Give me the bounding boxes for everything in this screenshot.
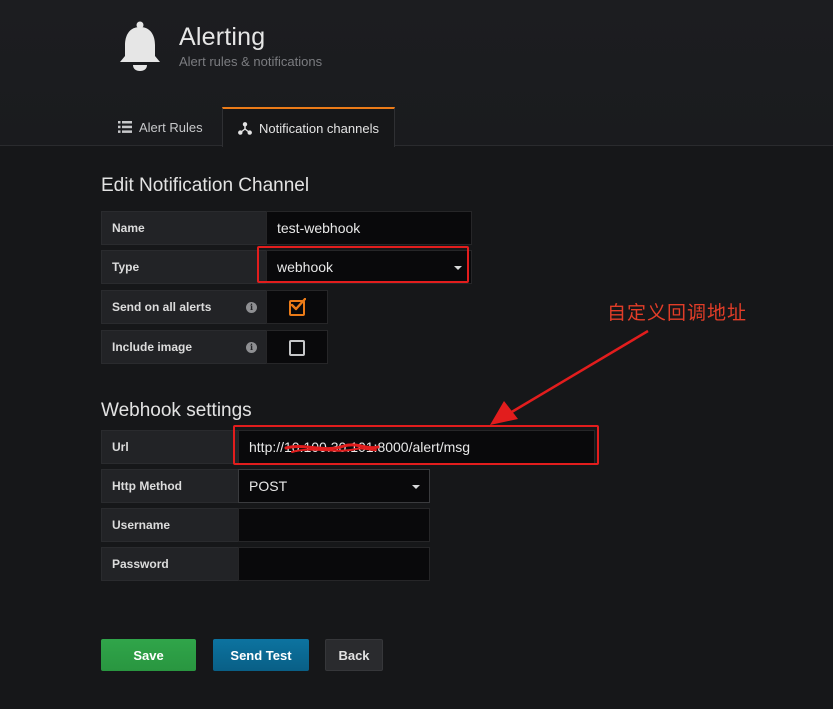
caret-down-icon [412,485,420,489]
tab-alert-rules[interactable]: Alert Rules [104,107,217,147]
username-label: Username [101,508,239,542]
include-image-label: Include image i [101,330,267,364]
tab-notification-channels[interactable]: Notification channels [222,107,395,147]
include-image-label-text: Include image [112,340,193,354]
page-subtitle: Alert rules & notifications [179,54,323,69]
http-method-label: Http Method [101,469,239,503]
tab-notification-channels-label: Notification channels [259,120,379,136]
username-input[interactable] [238,508,430,542]
alerting-page: Alerting Alert rules & notifications Ale… [0,0,833,709]
bell-icon [120,21,160,71]
type-select[interactable]: webhook [266,250,472,284]
password-label: Password [101,547,239,581]
http-method-select[interactable]: POST [238,469,430,503]
name-label: Name [101,211,267,245]
annotation-arrow [490,329,649,425]
save-button[interactable]: Save [101,639,196,671]
annotation-text: 自定义回调地址 [607,302,748,324]
share-nodes-icon [238,121,252,135]
send-all-checkbox-cell [266,290,328,324]
page-header: Alerting Alert rules & notifications Ale… [0,0,833,147]
list-icon [118,121,132,133]
send-all-checkbox[interactable] [289,298,306,316]
url-label: Url [101,430,239,464]
checkmark-icon [290,298,306,311]
page-title: Alerting [179,23,266,51]
type-select-value: webhook [277,259,334,275]
include-image-checkbox[interactable] [289,340,305,356]
name-input[interactable]: test-webhook [266,211,472,245]
type-label: Type [101,250,267,284]
caret-down-icon [454,266,462,270]
http-method-value: POST [249,478,288,494]
send-all-label: Send on all alerts i [101,290,267,324]
webhook-settings-heading: Webhook settings [101,400,252,421]
send-all-label-text: Send on all alerts [112,300,212,314]
info-icon[interactable]: i [246,342,257,353]
back-button[interactable]: Back [325,639,383,671]
send-test-button[interactable]: Send Test [213,639,309,671]
info-icon[interactable]: i [246,302,257,313]
edit-channel-heading: Edit Notification Channel [101,175,310,196]
include-image-checkbox-cell [266,330,328,364]
password-input[interactable] [238,547,430,581]
tab-alert-rules-label: Alert Rules [139,119,203,135]
redaction-scribble [284,443,380,453]
